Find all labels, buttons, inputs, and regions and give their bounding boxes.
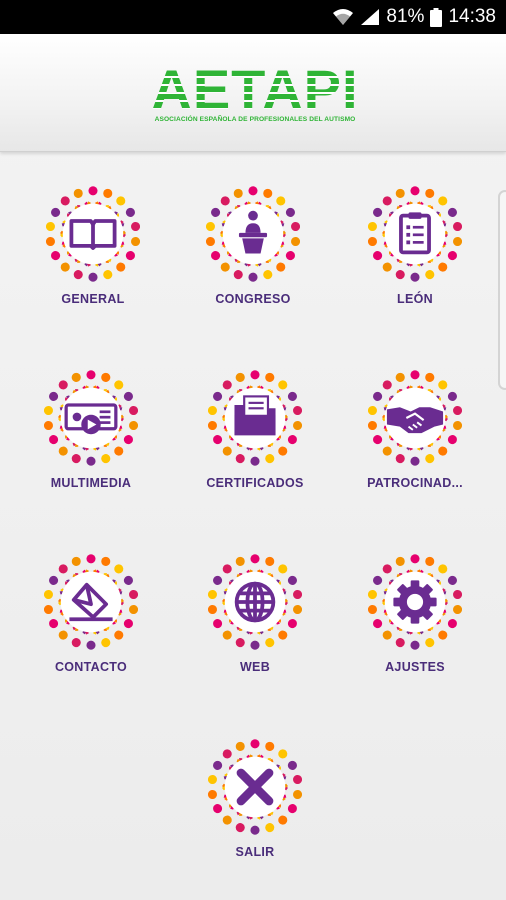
menu-item-label: PATROCINAD... [367,476,463,490]
general-badge [45,186,141,282]
menu-item-label: CONGRESO [215,292,291,306]
menu-item-congreso[interactable]: CONGRESO [183,180,323,306]
status-bar: 81% 14:38 [0,0,506,34]
wifi-icon [333,9,354,25]
menu-item-leon[interactable]: LEÓN [345,180,485,306]
logo-subtitle: ASOCIACIÓN ESPAÑOLA DE PROFESIONALES DEL… [154,116,356,123]
menu-item-certificados[interactable]: CERTIFICADOS [185,364,325,490]
menu-item-general[interactable]: GENERAL [23,180,163,306]
multimedia-badge [43,370,139,466]
contacto-badge [43,554,139,650]
menu-item-label: SALIR [235,845,275,859]
ajustes-badge [367,554,463,650]
menu-item-contacto[interactable]: CONTACTO [21,548,161,674]
menu-item-label: MULTIMEDIA [50,476,132,490]
menu-item-label: CONTACTO [54,660,128,674]
menu-item-multimedia[interactable]: MULTIMEDIA [21,364,161,490]
menu-item-label: CERTIFICADOS [206,476,304,490]
menu-item-label: GENERAL [61,292,125,306]
menu-item-label: LEÓN [397,292,433,306]
scroll-indicator [498,190,506,390]
globe-icon [234,581,276,623]
menu-item-ajustes[interactable]: AJUSTES [345,548,485,674]
menu-item-web[interactable]: WEB [185,548,325,674]
menu-item-label: AJUSTES [385,660,445,674]
certificados-badge [207,370,303,466]
leon-badge [367,186,463,282]
clock: 14:38 [448,6,496,27]
gear-icon [393,580,437,624]
salir-badge [207,739,303,835]
congreso-badge [205,186,301,282]
signal-icon [361,9,380,25]
web-badge [207,554,303,650]
logo-word: AETAPI [151,58,359,121]
app-header: AETAPI ASOCIACIÓN ESPAÑOLA DE PROFESIONA… [0,34,506,152]
menu-item-patrocinadores[interactable]: PATROCINAD... [345,364,485,490]
battery-icon [430,7,443,27]
aetapi-logo: AETAPI ASOCIACIÓN ESPAÑOLA DE PROFESIONA… [151,58,359,124]
patrocinadores-badge [367,370,463,466]
battery-percent: 81% [386,6,425,27]
menu-item-label: WEB [239,660,271,674]
menu-item-salir[interactable]: SALIR [185,733,325,859]
